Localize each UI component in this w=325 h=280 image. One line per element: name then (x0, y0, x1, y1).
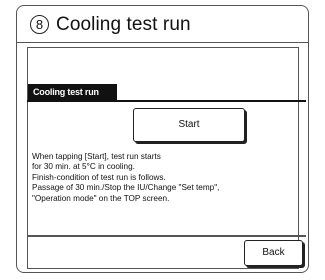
footer-divider (27, 235, 306, 237)
back-button[interactable]: Back (244, 240, 303, 266)
instruction-line: When tapping [Start], test run starts (32, 152, 161, 161)
step-number-badge: 8 (30, 14, 49, 34)
instruction-line: Passage of 30 min./Stop the IU/Change "S… (32, 183, 220, 193)
instruction-line: for 30 min. at 5°C in cooling. (32, 162, 135, 172)
start-button[interactable]: Start (133, 108, 245, 142)
step-title-bar: 8 Cooling test run (17, 6, 308, 43)
instruction-line: "Operation mode" on the TOP screen. (32, 193, 170, 203)
screen-header: Cooling test run (28, 84, 117, 101)
instruction-text: When tapping [Start], test run starts fo… (32, 152, 304, 204)
instruction-line: Finish-condition of test run is follows. (32, 172, 166, 182)
step-title: Cooling test run (56, 13, 191, 35)
header-divider (27, 100, 306, 102)
